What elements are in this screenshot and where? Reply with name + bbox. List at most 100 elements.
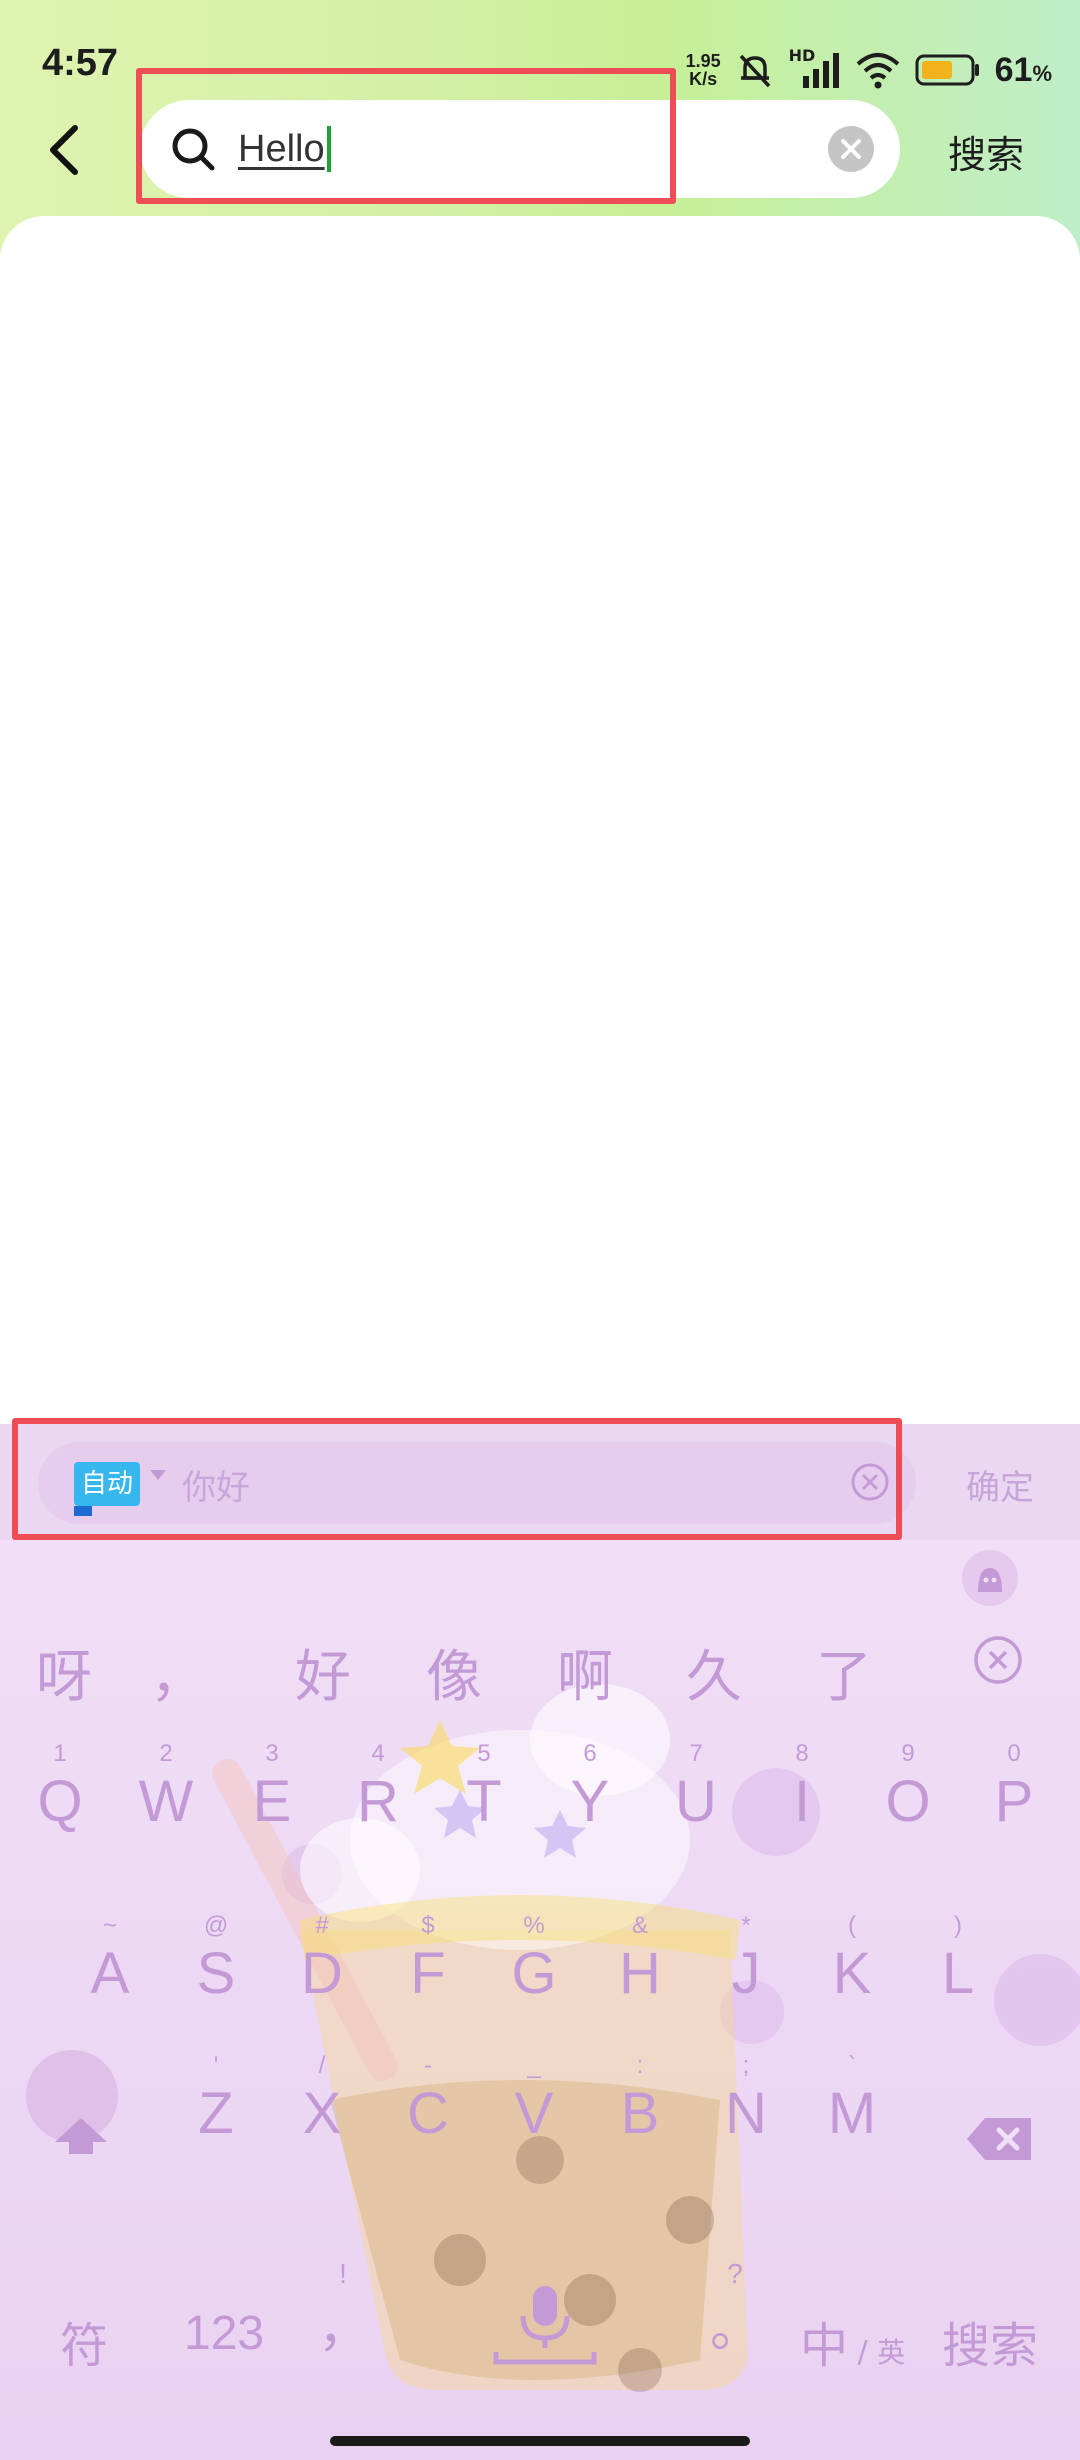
key-u[interactable]: 7U	[654, 1740, 738, 1835]
key-sub-label: *	[741, 1912, 751, 1939]
key-label: A	[90, 1941, 130, 2006]
key-label: E	[252, 1769, 292, 1834]
key-sub-label: :	[636, 2052, 644, 2079]
key-label: C	[407, 2081, 449, 2146]
battery-icon	[915, 54, 979, 86]
language-toggle-key[interactable]: 中 / 英	[800, 2306, 905, 2376]
backspace-key[interactable]	[958, 2116, 1042, 2186]
key-w[interactable]: 2W	[124, 1740, 208, 1835]
microphone-icon	[493, 2286, 597, 2365]
key-sub-label: /	[318, 2052, 326, 2079]
key-label: 。	[710, 2300, 763, 2358]
home-indicator[interactable]	[330, 2436, 750, 2446]
candidate-item[interactable]: 呀	[36, 1632, 92, 1713]
key-x[interactable]: / X	[280, 2052, 364, 2147]
candidate-bar: 呀 ， 好 像 啊 久 了	[0, 1632, 1080, 1712]
status-icons: 1.95 K/s HD 61%	[686, 40, 1052, 100]
key-sub-label: 6	[583, 1740, 597, 1767]
key-c[interactable]: -C	[386, 2052, 470, 2147]
shift-key[interactable]	[36, 2116, 126, 2186]
key-sub-label: _	[527, 2052, 541, 2079]
key-v[interactable]: _ V	[492, 2052, 576, 2147]
candidate-item[interactable]: 像	[426, 1632, 482, 1713]
highlight-search-box	[136, 68, 676, 204]
key-sub-label: `	[848, 2052, 856, 2079]
key-sub-label: 1	[53, 1740, 67, 1767]
key-d[interactable]: # D	[280, 1912, 364, 2007]
key-g[interactable]: % G	[492, 1912, 576, 2007]
key-label: F	[410, 1941, 446, 2006]
battery-percent-value: 61	[994, 50, 1033, 89]
key-r[interactable]: 4R	[336, 1740, 420, 1835]
chevron-left-icon	[50, 125, 78, 175]
close-icon	[841, 139, 861, 159]
key-label: U	[675, 1769, 717, 1834]
battery-percent-unit: %	[1032, 60, 1052, 86]
key-sub-label: ?	[727, 2258, 743, 2289]
key-sub-label: $	[421, 1912, 435, 1939]
key-label: K	[832, 1941, 872, 2006]
key-label: ，	[318, 2300, 371, 2358]
clear-search-button[interactable]	[828, 126, 874, 172]
key-sub-label: )	[954, 1912, 962, 1939]
key-z[interactable]: ' Z	[174, 2052, 258, 2147]
key-sub-label: 4	[371, 1740, 385, 1767]
network-speed: 1.95 K/s	[686, 52, 721, 88]
key-m[interactable]: ` M	[810, 2052, 894, 2147]
back-button[interactable]	[38, 118, 88, 182]
key-sub-label: 3	[265, 1740, 279, 1767]
network-speed-unit: K/s	[689, 69, 718, 89]
candidate-item[interactable]: 久	[686, 1632, 742, 1713]
period-key[interactable]: ? 。	[710, 2258, 763, 2361]
key-a[interactable]: ~ A	[68, 1912, 152, 2007]
candidate-item[interactable]: 了	[816, 1632, 872, 1713]
key-label: J	[731, 1941, 761, 2006]
key-label: Y	[570, 1769, 610, 1834]
key-q[interactable]: 1Q	[18, 1740, 102, 1835]
key-s[interactable]: @ S	[174, 1912, 258, 2007]
wifi-icon	[856, 53, 899, 89]
key-sub-label: !	[339, 2258, 347, 2289]
backspace-icon	[967, 2118, 1031, 2160]
key-e[interactable]: 3E	[230, 1740, 314, 1835]
key-label: R	[357, 1769, 399, 1834]
key-label: H	[619, 1941, 661, 2006]
key-l[interactable]: ) L	[916, 1912, 1000, 2007]
key-k[interactable]: (K	[810, 1912, 894, 2007]
network-speed-value: 1.95	[685, 51, 721, 71]
key-label: Z	[198, 2081, 234, 2146]
key-label: N	[725, 2081, 767, 2146]
lang-sub-label: 英	[877, 2336, 906, 2369]
key-sub-label: 2	[159, 1740, 173, 1767]
ime-confirm-button[interactable]: 确定	[966, 1460, 1034, 1509]
search-submit-button[interactable]: 搜索	[948, 124, 1024, 179]
candidate-item[interactable]: 好	[295, 1632, 351, 1713]
keyboard-skin-button[interactable]	[962, 1550, 1018, 1606]
key-sub-label: &	[631, 1912, 648, 1939]
key-f[interactable]: $ F	[386, 1912, 470, 2007]
key-b[interactable]: :B	[598, 2052, 682, 2147]
candidate-item[interactable]: 啊	[557, 1632, 613, 1713]
candidate-delete-icon[interactable]	[972, 1634, 1024, 1686]
soft-keyboard: 呀 ， 好 像 啊 久 了 1Q 2W 3E 4R 5T 6Y 7U 8I 9O…	[0, 1540, 1080, 2460]
numbers-key[interactable]: 123	[184, 2306, 264, 2361]
key-o[interactable]: 9O	[866, 1740, 950, 1835]
mascot-icon	[978, 1568, 1002, 1592]
key-sub-label: @	[203, 1912, 229, 1939]
key-p[interactable]: 0P	[972, 1740, 1056, 1835]
key-y[interactable]: 6Y	[548, 1740, 632, 1835]
key-label: S	[196, 1941, 236, 2006]
key-t[interactable]: 5T	[442, 1740, 526, 1835]
key-h[interactable]: & H	[598, 1912, 682, 2007]
key-i[interactable]: 8I	[760, 1740, 844, 1835]
key-label: D	[301, 1941, 343, 2006]
keyboard-search-key[interactable]: 搜索	[942, 2306, 1038, 2376]
lang-divider: /	[848, 2335, 878, 2370]
comma-key[interactable]: ! ，	[318, 2258, 371, 2361]
symbols-key[interactable]: 符	[60, 2306, 108, 2376]
space-key[interactable]	[470, 2282, 620, 2372]
bell-muted-icon	[739, 54, 770, 88]
candidate-item[interactable]: ，	[150, 1632, 206, 1713]
key-j[interactable]: * J	[704, 1912, 788, 2007]
key-n[interactable]: ; N	[704, 2052, 788, 2147]
